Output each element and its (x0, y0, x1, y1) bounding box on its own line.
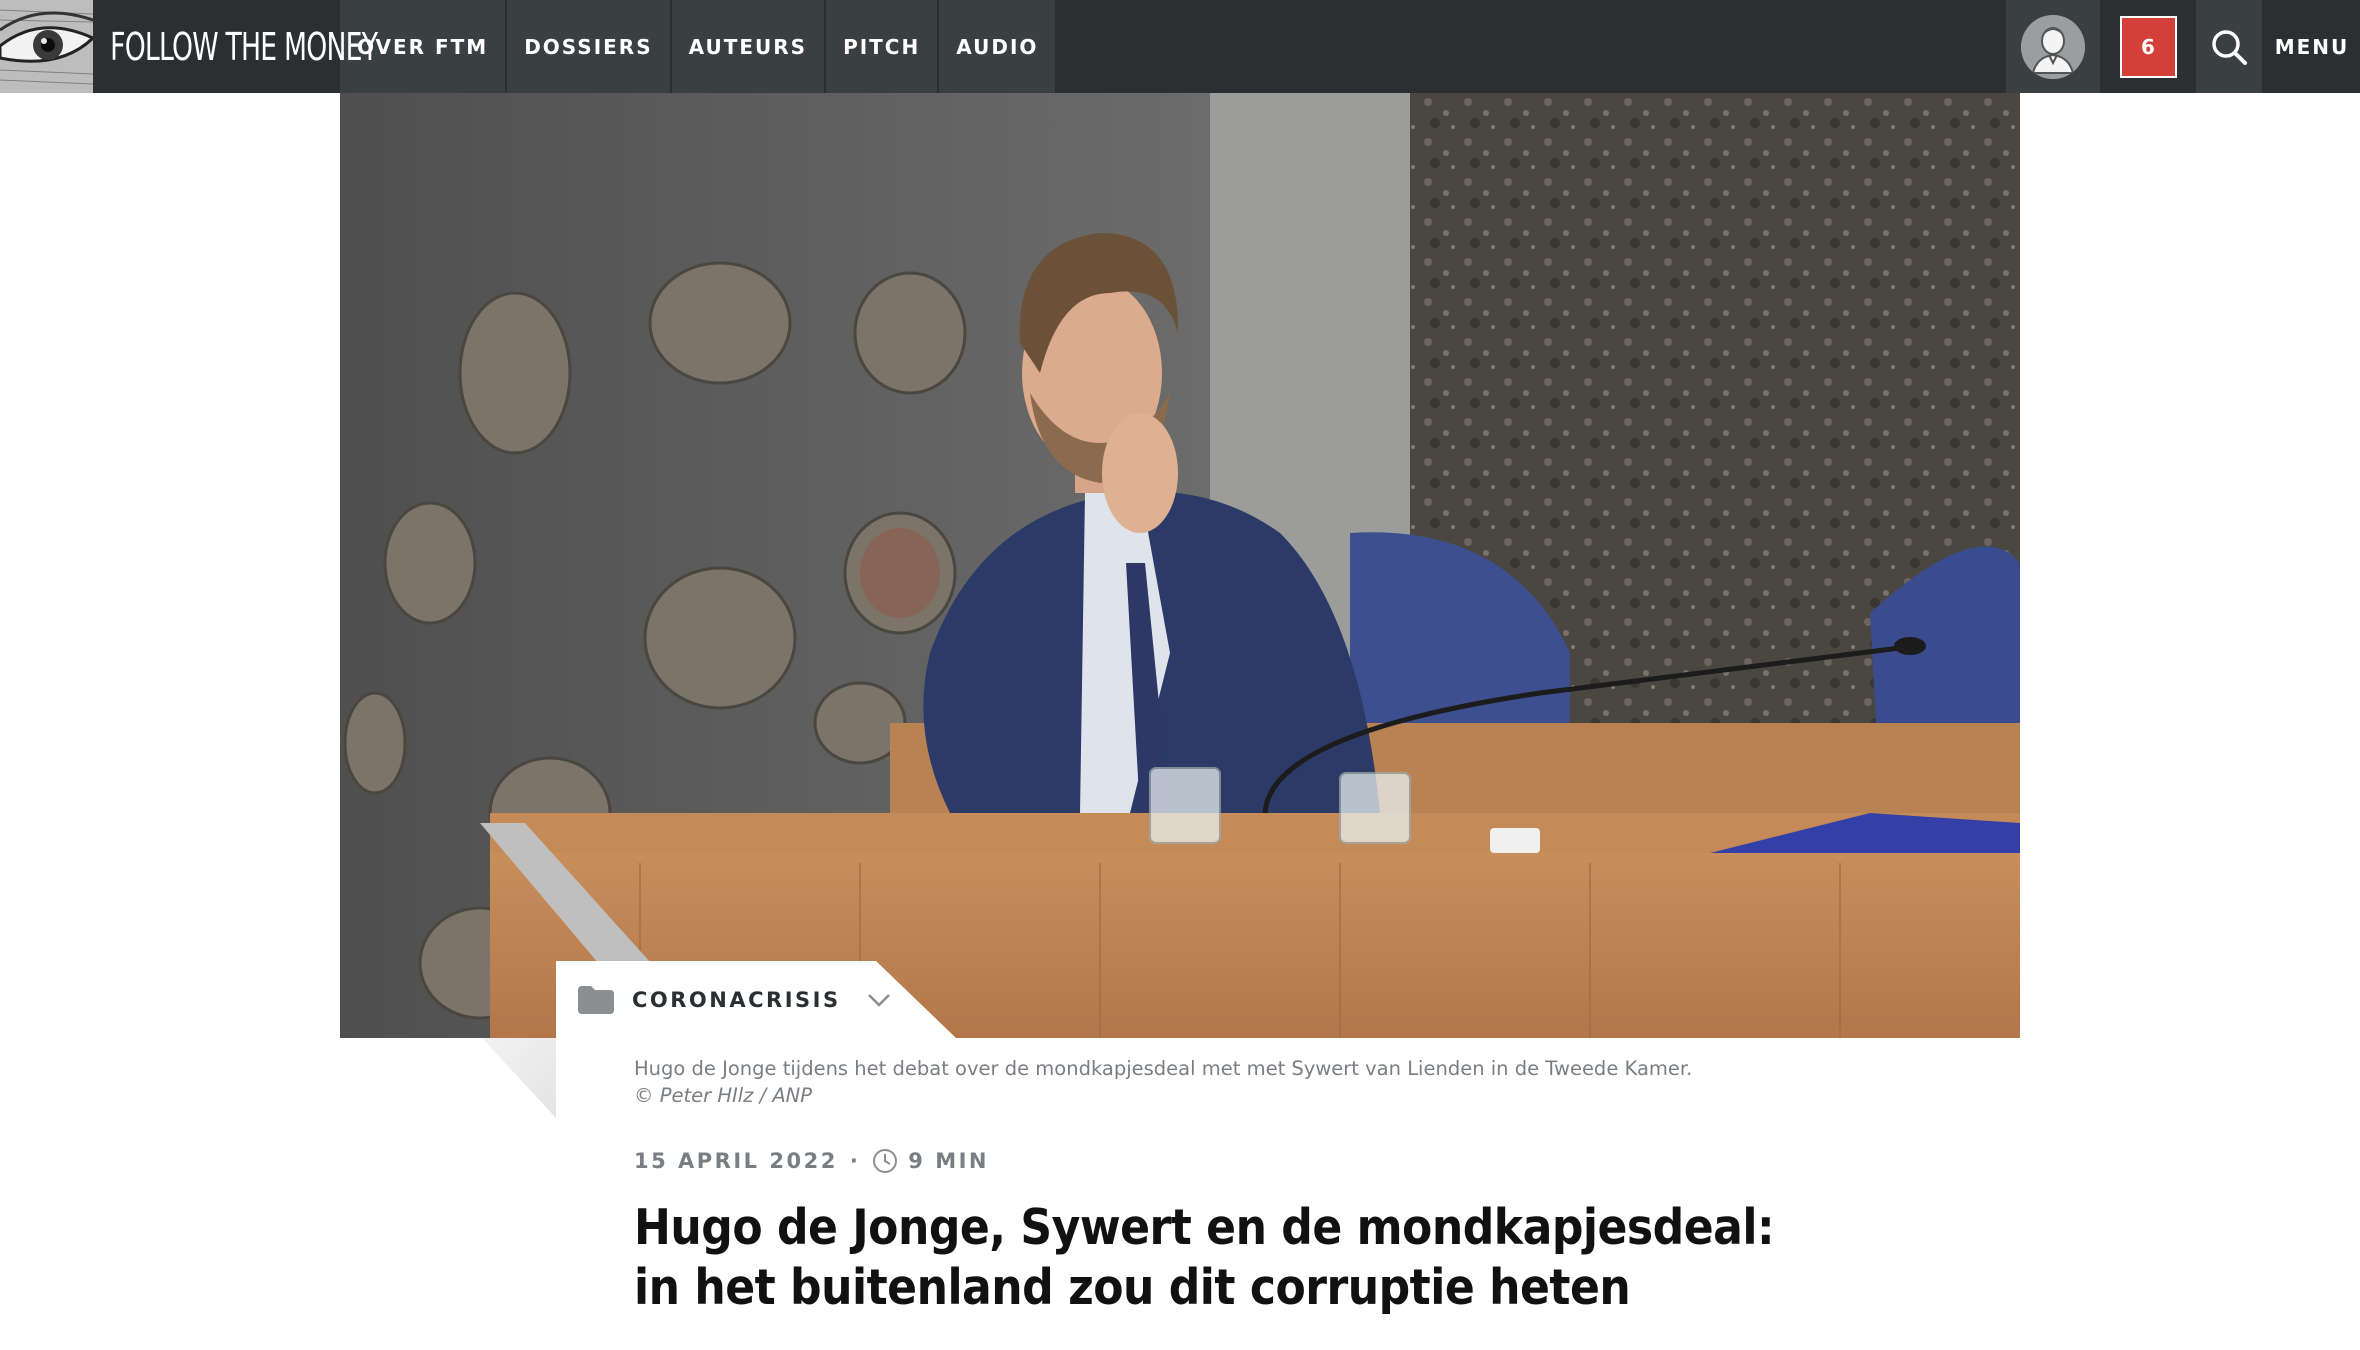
nav-item-audio[interactable]: AUDIO (939, 0, 1056, 93)
article-title: Hugo de Jonge, Sywert en de mondkapjesde… (634, 1199, 1775, 1316)
account-button[interactable] (2006, 0, 2100, 93)
top-navigation-bar: FOLLOW THE MONEY OVER FTM DOSSIERS AUTEU… (0, 0, 2360, 93)
header-actions: 6 MENU (2006, 0, 2360, 93)
nav-item-pitch[interactable]: PITCH (826, 0, 938, 93)
hero-photo (340, 93, 2020, 1038)
menu-button[interactable]: MENU (2264, 0, 2360, 93)
nav-item-dossiers[interactable]: DOSSIERS (507, 0, 670, 93)
reading-time: 9 MIN (908, 1149, 990, 1173)
folder-icon (578, 985, 614, 1014)
chevron-down-icon[interactable] (867, 993, 891, 1007)
clock-icon (873, 1149, 898, 1173)
main-nav: OVER FTM DOSSIERS AUTEURS PITCH AUDIO (340, 0, 1057, 93)
category-label: CORONACRISIS (632, 987, 841, 1012)
user-avatar-icon (2021, 14, 2085, 79)
search-icon (2212, 29, 2247, 65)
publish-date: 15 APRIL 2022 (634, 1149, 838, 1173)
brand-wordmark[interactable]: FOLLOW THE MONEY (93, 0, 378, 93)
tab-fold-shadow (482, 1038, 556, 1118)
meta-separator: · (849, 1149, 861, 1173)
search-button[interactable] (2196, 0, 2262, 93)
eye-logo-icon[interactable] (0, 0, 93, 93)
nav-item-auteurs[interactable]: AUTEURS (671, 0, 825, 93)
caption-text: Hugo de Jonge tijdens het debat over de … (634, 1057, 1693, 1080)
notification-count-badge: 6 (2119, 15, 2177, 78)
photo-caption: Hugo de Jonge tijdens het debat over de … (634, 1055, 1714, 1109)
article-meta: 15 APRIL 2022 · 9 MIN (634, 1148, 989, 1174)
photo-credit: © Peter HIlz / ANP (634, 1084, 813, 1107)
notifications-button[interactable]: 6 (2102, 0, 2194, 93)
